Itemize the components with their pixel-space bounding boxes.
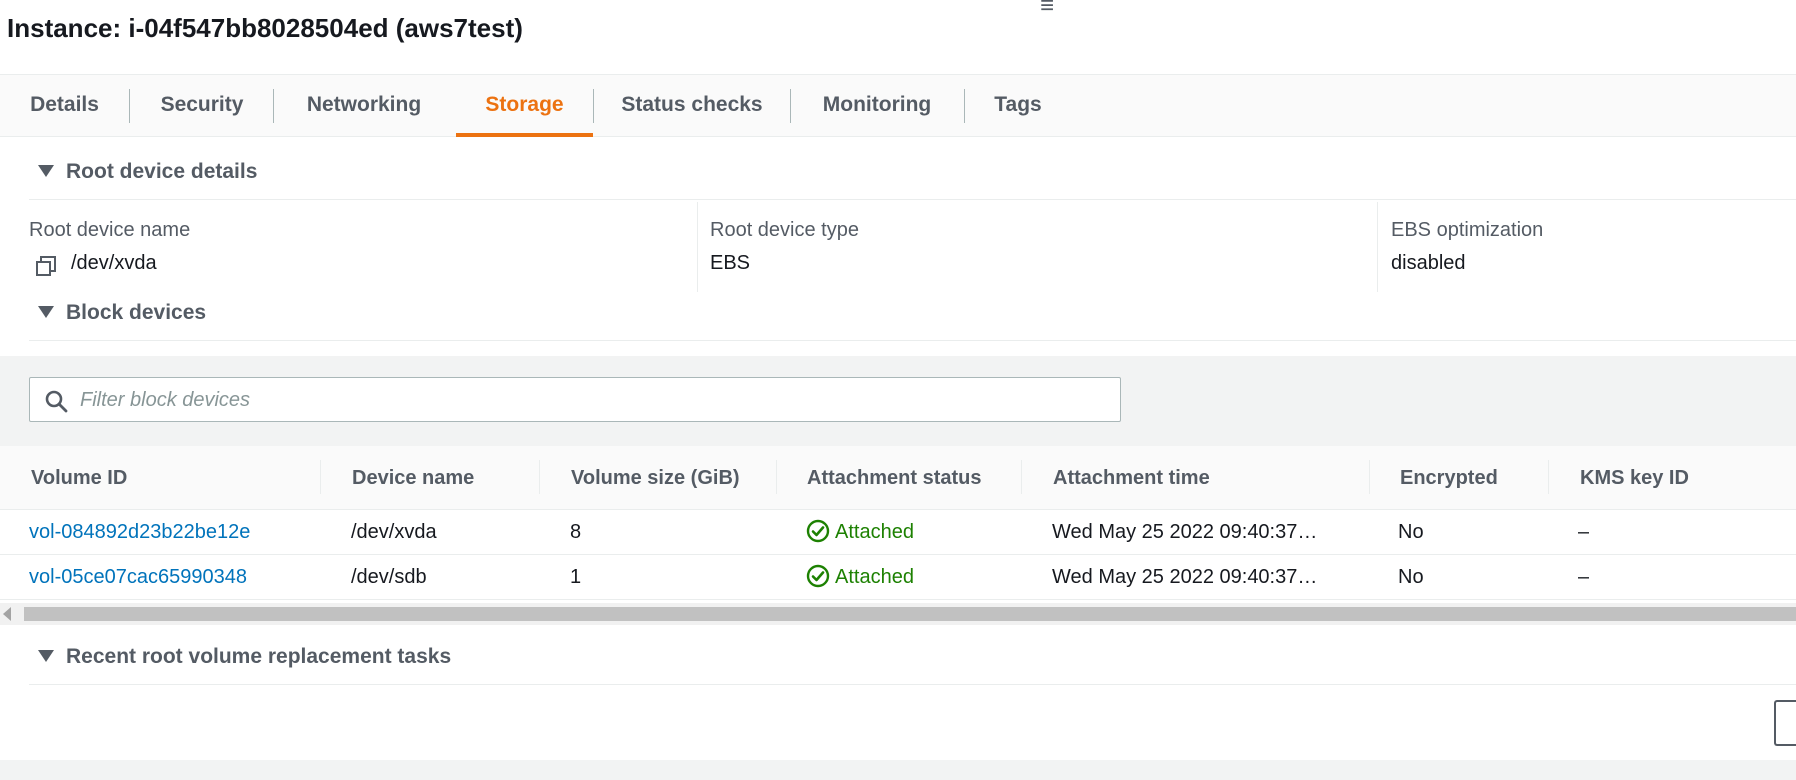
root-device-section-toggle[interactable]: Root device details — [29, 160, 1796, 200]
column-resizer[interactable] — [539, 460, 540, 494]
attachment-time-cell: Wed May 25 2022 09:40:37… — [1052, 566, 1318, 588]
column-header-attachment-status[interactable]: Attachment status — [807, 446, 981, 510]
column-resizer[interactable] — [1021, 460, 1022, 494]
attachment-time-cell: Wed May 25 2022 09:40:37… — [1052, 521, 1318, 543]
volume-size-cell: 8 — [570, 521, 582, 543]
column-resizer[interactable] — [776, 460, 777, 494]
check-circle-icon — [806, 520, 830, 543]
partial-button[interactable] — [1774, 700, 1796, 746]
column-resizer[interactable] — [320, 460, 321, 494]
attachment-status-cell: Attached — [806, 555, 914, 599]
column-divider — [697, 202, 698, 292]
column-resizer[interactable] — [1369, 460, 1370, 494]
ebs-optimization-value: disabled — [1391, 252, 1466, 274]
column-header-encrypted[interactable]: Encrypted — [1400, 446, 1498, 510]
kms-key-cell: – — [1578, 566, 1590, 588]
table-header: Volume ID Device name Volume size (GiB) … — [0, 446, 1796, 510]
tab-tags[interactable]: Tags — [980, 75, 1056, 137]
column-header-device-name[interactable]: Device name — [352, 446, 474, 510]
tab-divider — [273, 89, 274, 123]
column-resizer[interactable] — [1548, 460, 1549, 494]
page-header: Instance: i-04f547bb8028504ed (aws7test)… — [0, 0, 1796, 74]
tab-security[interactable]: Security — [144, 75, 260, 137]
root-device-name-label: Root device name — [29, 219, 191, 241]
root-device-heading: Root device details — [66, 160, 258, 183]
tab-networking[interactable]: Networking — [290, 75, 438, 137]
volume-id-link[interactable]: vol-084892d23b22be12e — [29, 510, 250, 554]
root-device-type-label: Root device type — [710, 219, 859, 241]
tab-divider — [129, 89, 130, 123]
tab-divider — [593, 89, 594, 123]
volume-id-link[interactable]: vol-05ce07cac65990348 — [29, 555, 247, 599]
column-header-attachment-time[interactable]: Attachment time — [1053, 446, 1210, 510]
page-footer-band — [0, 760, 1796, 780]
root-device-type-value: EBS — [710, 252, 751, 274]
scrollbar-thumb[interactable] — [24, 607, 1796, 621]
attachment-status-cell: Attached — [806, 510, 914, 554]
caret-down-icon — [38, 650, 54, 663]
check-circle-icon — [806, 565, 830, 588]
replacement-tasks-section-toggle[interactable]: Recent root volume replacement tasks — [29, 645, 1796, 685]
replacement-tasks-heading: Recent root volume replacement tasks — [66, 645, 452, 668]
tab-divider — [790, 89, 791, 123]
attachment-status-text: Attached — [835, 566, 914, 588]
encrypted-cell: No — [1398, 521, 1424, 543]
page-title: Instance: i-04f547bb8028504ed (aws7test) — [7, 13, 523, 43]
tab-monitoring[interactable]: Monitoring — [806, 75, 948, 137]
tab-bar: Details Security Networking Storage Stat… — [0, 74, 1796, 137]
attachment-status-text: Attached — [835, 521, 914, 543]
column-header-volume-id[interactable]: Volume ID — [31, 446, 127, 510]
hamburger-icon[interactable]: ≡ — [1040, 0, 1054, 20]
column-divider — [1377, 202, 1378, 292]
search-icon — [45, 390, 68, 413]
copy-icon[interactable] — [34, 254, 58, 278]
tab-divider — [964, 89, 965, 123]
table-row: vol-084892d23b22be12e /dev/xvda 8 Attach… — [0, 510, 1796, 555]
filter-block-devices-input[interactable] — [80, 384, 1110, 416]
block-devices-heading: Block devices — [66, 301, 207, 324]
tab-status-checks[interactable]: Status checks — [610, 75, 774, 137]
root-device-name-value: /dev/xvda — [71, 252, 157, 274]
filter-box[interactable] — [29, 377, 1121, 422]
caret-down-icon — [38, 165, 54, 178]
table-row: vol-05ce07cac65990348 /dev/sdb 1 Attache… — [0, 555, 1796, 600]
device-name-cell: /dev/xvda — [351, 521, 437, 543]
volume-size-cell: 1 — [570, 566, 582, 588]
column-header-volume-size[interactable]: Volume size (GiB) — [571, 446, 740, 510]
device-name-cell: /dev/sdb — [351, 566, 427, 588]
kms-key-cell: – — [1578, 521, 1590, 543]
ebs-optimization-label: EBS optimization — [1391, 219, 1544, 241]
caret-down-icon — [38, 306, 54, 319]
block-devices-section-toggle[interactable]: Block devices — [29, 301, 1796, 341]
tab-storage[interactable]: Storage — [456, 75, 593, 137]
encrypted-cell: No — [1398, 566, 1424, 588]
horizontal-scrollbar[interactable] — [0, 603, 1796, 625]
column-header-kms-key-id[interactable]: KMS key ID — [1580, 446, 1689, 510]
tab-details[interactable]: Details — [8, 75, 121, 137]
scroll-left-arrow-icon[interactable] — [3, 607, 11, 621]
